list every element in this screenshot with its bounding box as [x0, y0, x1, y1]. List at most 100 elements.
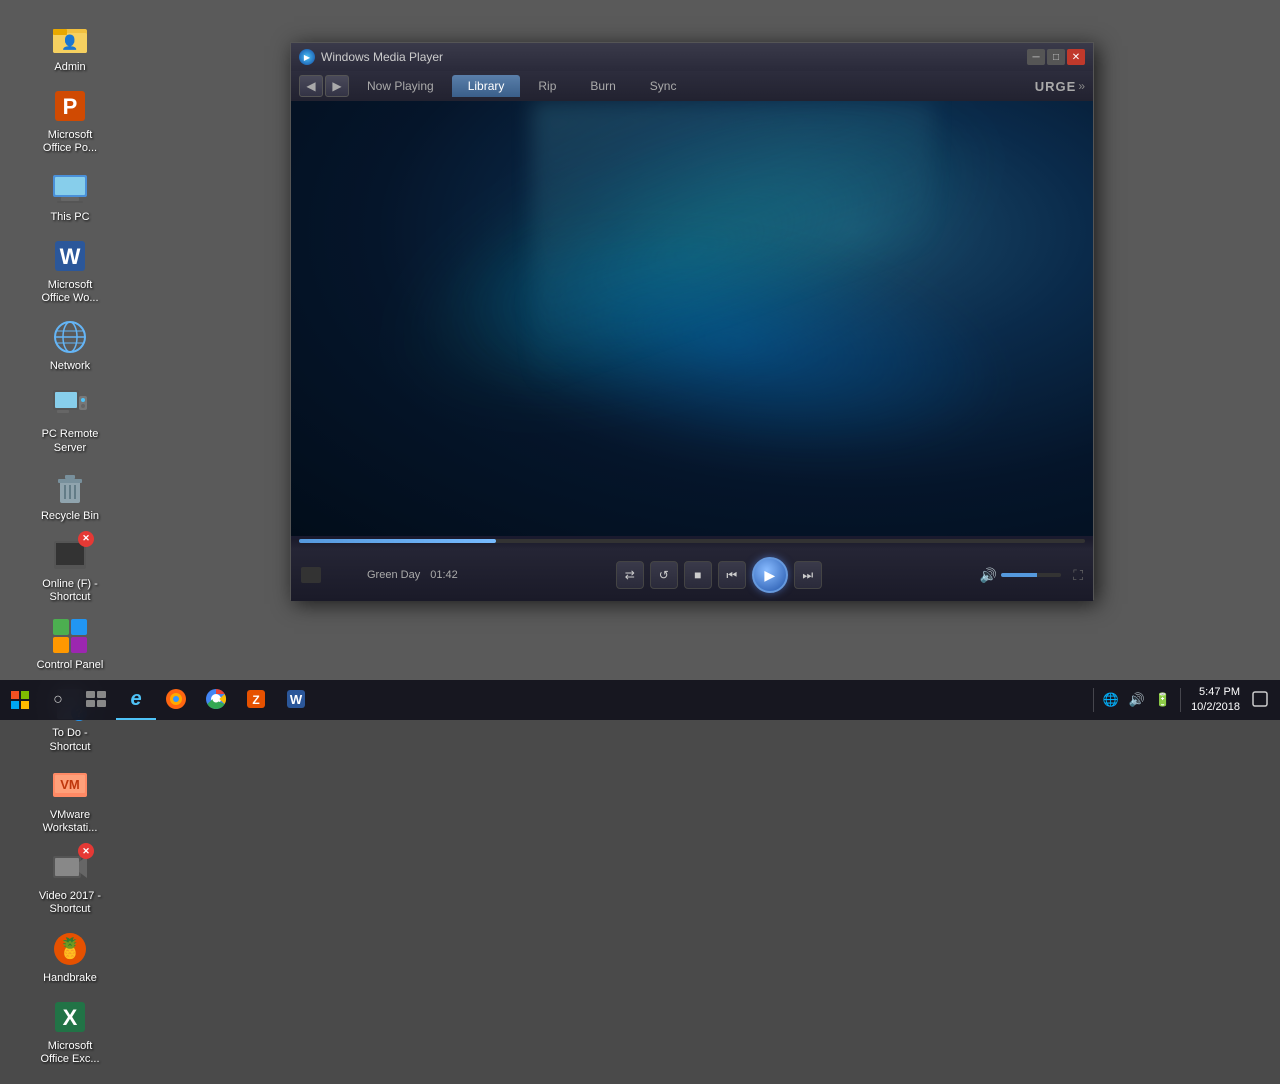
taskbar-app-chrome[interactable] [196, 680, 236, 720]
wmp-urge-label[interactable]: URGE [1035, 79, 1077, 94]
wmp-window-controls: ─ □ ✕ [1027, 49, 1085, 65]
desktop-icon-recycle-bin[interactable]: Recycle Bin [30, 463, 110, 527]
svg-text:X: X [63, 1005, 78, 1030]
admin-icon-label: Admin [54, 61, 85, 74]
notification-button[interactable] [1248, 689, 1272, 712]
search-icon: ○ [53, 691, 63, 709]
taskbar-app-firefox[interactable] [156, 680, 196, 720]
shortcut-badge-online: ✕ [78, 531, 94, 547]
wmp-shuffle-button[interactable]: ⇄ [616, 561, 644, 589]
wmp-progress-bar[interactable] [299, 539, 1085, 543]
chrome-icon [205, 688, 227, 710]
wmp-stop-button[interactable]: ■ [684, 561, 712, 589]
windows-logo-icon [10, 690, 30, 710]
wmp-maximize-button[interactable]: □ [1047, 49, 1065, 65]
desktop-icon-pc-remote[interactable]: PC Remote Server [30, 381, 110, 458]
wmp-artist-label [301, 567, 361, 583]
recycle-bin-icon-label: Recycle Bin [41, 510, 99, 523]
wmp-more-button[interactable]: » [1078, 79, 1085, 93]
desktop-icon-admin[interactable]: 👤 Admin [30, 14, 110, 78]
office-wo-icon: W [50, 236, 90, 276]
desktop-icon-vmware[interactable]: VM VMware Workstati... [30, 762, 110, 839]
desktop-icon-office-excel[interactable]: X Microsoft Office Exc... [30, 993, 110, 1070]
vmware-icon-label: VMware Workstati... [34, 809, 106, 835]
wmp-prev-button[interactable]: ⏮ [718, 561, 746, 589]
wmp-window-title: Windows Media Player [321, 50, 443, 64]
wmp-minimize-button[interactable]: ─ [1027, 49, 1045, 65]
wmp-close-button[interactable]: ✕ [1067, 49, 1085, 65]
wmp-video-area [291, 101, 1093, 536]
desktop: 👤 Admin P Microsoft Office Po... [0, 0, 1280, 720]
taskbar-date-display: 10/2/2018 [1191, 700, 1240, 715]
task-view-icon [85, 690, 107, 708]
desktop-icon-video-shortcut[interactable]: ✕ Video 2017 - Shortcut [30, 843, 110, 920]
desktop-icon-handbrake[interactable]: 🍍 Handbrake [30, 925, 110, 989]
prev-icon: ⏮ [726, 568, 737, 583]
stop-icon: ■ [694, 568, 701, 582]
desktop-icon-office-po[interactable]: P Microsoft Office Po... [30, 82, 110, 159]
svg-text:👤: 👤 [61, 34, 78, 51]
network-icon [50, 317, 90, 357]
tray-network-icon[interactable]: 🌐 [1100, 690, 1122, 710]
tray-divider-2 [1180, 688, 1181, 712]
taskbar-clock[interactable]: 5:47 PM 10/2/2018 [1187, 685, 1244, 716]
wmp-back-button[interactable]: ◀ [299, 75, 323, 97]
svg-text:W: W [290, 692, 303, 707]
wmp-forward-button[interactable]: ▶ [325, 75, 349, 97]
online-shortcut-icon-label: Online (F) - Shortcut [34, 578, 106, 604]
bandizip-icon: Z [245, 688, 267, 710]
taskbar: ○ e [0, 680, 1280, 720]
wmp-title-left: ▶ Windows Media Player [299, 49, 443, 65]
wmp-repeat-button[interactable]: ↺ [650, 561, 678, 589]
desktop-icon-control-panel[interactable]: Control Panel [30, 612, 110, 676]
wmp-logo-icon: ▶ [299, 49, 315, 65]
wmp-next-button[interactable]: ⏭ [794, 561, 822, 589]
svg-text:🍍: 🍍 [58, 936, 83, 960]
shuffle-icon: ⇄ [625, 568, 635, 582]
wmp-progress-area[interactable] [291, 539, 1093, 549]
desktop-icon-this-pc[interactable]: This PC [30, 164, 110, 228]
wmp-navbar: ◀ ▶ Now Playing Library Rip Burn Sync UR… [291, 71, 1093, 101]
handbrake-icon: 🍍 [50, 929, 90, 969]
taskbar-search-button[interactable]: ○ [40, 682, 76, 718]
desktop-icon-office-wo[interactable]: W Microsoft Office Wo... [30, 232, 110, 309]
network-icon-label: Network [50, 360, 90, 373]
wmp-tab-burn[interactable]: Burn [574, 75, 631, 97]
wmp-tab-now-playing[interactable]: Now Playing [351, 75, 450, 97]
office-po-icon-label: Microsoft Office Po... [34, 129, 106, 155]
repeat-icon: ↺ [659, 568, 669, 582]
office-excel-icon: X [50, 997, 90, 1037]
word-taskbar-icon: W [285, 688, 307, 710]
desktop-icon-network[interactable]: Network [30, 313, 110, 377]
office-po-icon: P [50, 86, 90, 126]
desktop-icon-online-shortcut[interactable]: ✕ Online (F) - Shortcut [30, 531, 110, 608]
wmp-progress-fill [299, 539, 496, 543]
wmp-volume-area: 🔊 [980, 567, 1061, 584]
todo-shortcut-icon-label: To Do - Shortcut [34, 727, 106, 753]
wmp-tab-library[interactable]: Library [452, 75, 521, 97]
wmp-fullscreen-button[interactable]: ⛶ [1073, 567, 1083, 584]
pc-remote-icon [50, 385, 90, 425]
wmp-titlebar: ▶ Windows Media Player ─ □ ✕ [291, 43, 1093, 71]
wmp-tab-sync[interactable]: Sync [634, 75, 693, 97]
online-shortcut-icon: ✕ [50, 535, 90, 575]
video-shortcut-icon-label: Video 2017 - Shortcut [34, 890, 106, 916]
wmp-volume-slider[interactable] [1001, 573, 1061, 577]
video-shortcut-icon: ✕ [50, 847, 90, 887]
taskbar-app-task-view[interactable] [76, 680, 116, 720]
wmp-play-button[interactable]: ▶ [752, 557, 788, 593]
control-panel-icon-label: Control Panel [37, 659, 104, 672]
tray-volume-icon[interactable]: 🔊 [1126, 690, 1148, 710]
wmp-tab-rip[interactable]: Rip [522, 75, 572, 97]
start-button[interactable] [0, 680, 40, 720]
aurora-decoration-3 [532, 101, 933, 449]
this-pc-icon [50, 168, 90, 208]
next-icon: ⏭ [802, 568, 813, 583]
notification-icon [1252, 691, 1268, 707]
shortcut-badge-video: ✕ [78, 843, 94, 859]
admin-icon: 👤 [50, 18, 90, 58]
svg-text:VM: VM [60, 777, 80, 792]
taskbar-app-bandizip[interactable]: Z [236, 680, 276, 720]
taskbar-app-word[interactable]: W [276, 680, 316, 720]
taskbar-app-edge[interactable]: e [116, 680, 156, 720]
